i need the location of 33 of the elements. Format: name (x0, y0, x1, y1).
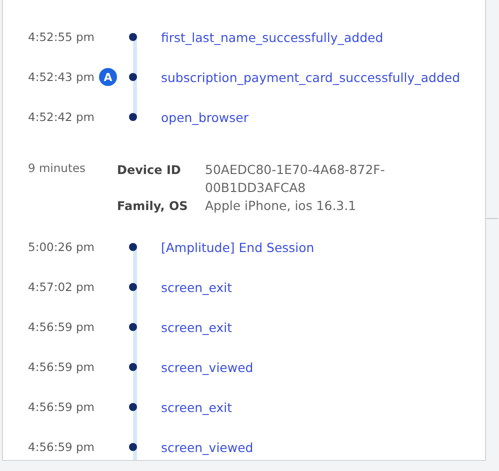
timeline-dot (129, 443, 137, 451)
property-label: Device ID (117, 162, 182, 179)
event-link[interactable]: open_browser (161, 110, 485, 124)
event-time: 4:52:43 pm (28, 70, 96, 84)
event-time: 4:57:02 pm (28, 280, 96, 294)
timeline-dot (129, 113, 137, 121)
event-time: 5:00:26 pm (28, 240, 96, 254)
timeline-dot (129, 33, 137, 41)
event-time: 4:56:59 pm (28, 320, 96, 334)
timeline-dot (129, 403, 137, 411)
event-link[interactable]: screen_exit (161, 280, 485, 294)
event-time: 4:56:59 pm (28, 360, 96, 374)
event-link[interactable]: subscription_payment_card_successfully_added (161, 70, 485, 84)
event-link[interactable]: screen_exit (161, 320, 485, 334)
event-link[interactable]: screen_exit (161, 400, 485, 414)
timeline-dot (129, 363, 137, 371)
event-time: 4:56:59 pm (28, 440, 96, 454)
timeline-dot (129, 323, 137, 331)
timeline-dot (129, 243, 137, 251)
timeline-dot (129, 283, 137, 291)
event-link[interactable]: [Amplitude] End Session (161, 240, 485, 254)
event-time: 4:52:55 pm (28, 30, 96, 44)
property-value: Apple iPhone, ios 16.3.1 (205, 197, 358, 215)
avatar-badge: A (99, 68, 117, 86)
event-time: 4:56:59 pm (28, 400, 96, 414)
event-link[interactable]: screen_viewed (161, 360, 485, 374)
timeline-dot (129, 73, 137, 81)
property-label: Family, OS (117, 198, 189, 215)
event-link[interactable]: screen_viewed (161, 440, 485, 454)
event-time: 4:52:42 pm (28, 110, 96, 124)
session-duration: 9 minutes (28, 161, 87, 177)
property-value: 50AEDC80-1E70-4A68-872F-00B1DD3AFCA8 (205, 161, 386, 197)
event-link[interactable]: first_last_name_successfully_added (161, 30, 485, 44)
